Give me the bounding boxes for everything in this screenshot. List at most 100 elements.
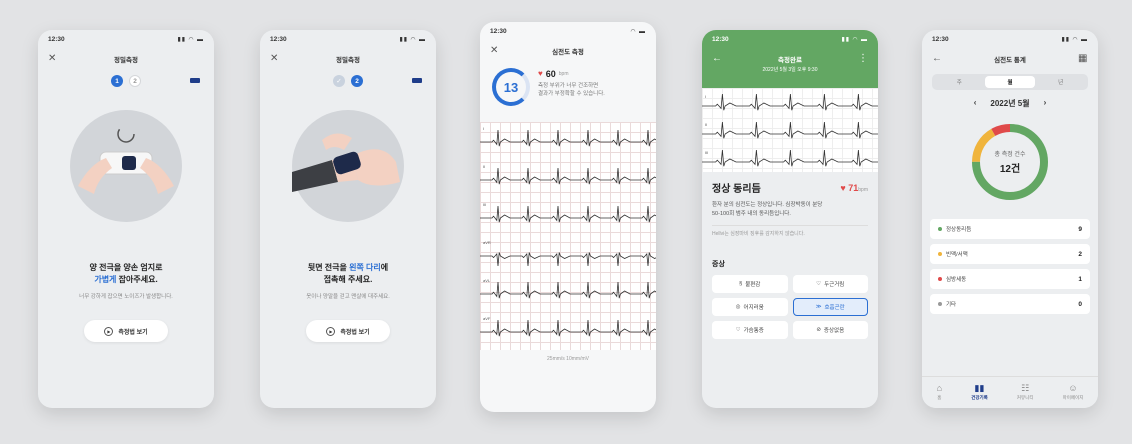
navbar: ✕ 심전도 측정: [480, 40, 656, 62]
stat-item[interactable]: 정상동리듬 9: [930, 219, 1090, 239]
view-method-button[interactable]: ▶ 측정법 보기: [306, 320, 390, 342]
ecg-waveforms: [480, 129, 656, 337]
status-time: 12:30: [932, 35, 949, 43]
symptom-dyspnea[interactable]: ≫ 호흡곤란: [792, 298, 868, 316]
grip-illustration: [70, 110, 182, 222]
status-time: 12:30: [712, 35, 729, 43]
back-icon[interactable]: ←: [932, 54, 942, 64]
lead-label: I: [483, 126, 485, 131]
ecg-trace: [480, 281, 656, 299]
measure-date: 2022년 5월 3일 오후 9:30: [762, 67, 818, 73]
tab-health-record[interactable]: ▮▮ 건강기록: [971, 384, 988, 401]
status-time: 12:30: [270, 35, 287, 43]
close-icon[interactable]: ✕: [490, 46, 500, 56]
chest-pain-icon: ♡: [735, 327, 741, 333]
stat-item[interactable]: 기타 0: [930, 294, 1090, 314]
lead-label: I: [705, 94, 707, 99]
phone-screen-stats: 12:30 ▮▮ ◠ ▬ ← 심전도 통계 ▦ 주 월 년 ‹ 2022년 5월…: [922, 30, 1098, 408]
symptom-title: 증상: [712, 261, 725, 268]
segment-year[interactable]: 년: [1035, 76, 1086, 88]
page-title: 심전도 통계: [994, 57, 1026, 64]
countdown-ring: 13: [492, 68, 530, 106]
result-summary: 정상 동리듬 ♥ 71bpm: [702, 172, 878, 196]
device-battery-icon: [190, 78, 200, 83]
phone-screen-result: 12:30 ▮▮ ◠ ▬ ← 측정완료 ⋮ 2022년 5월 3일 오후 9:3…: [702, 30, 878, 408]
symptom-grid: § 불편감 ♡ 두근거림 ◎ 어지러움 ≫ 호흡곤란 ♡ 가슴통증 ⊘ 증상없음: [702, 275, 878, 339]
stat-item[interactable]: 빈맥/서맥 2: [930, 244, 1090, 264]
gray-dot-icon: [938, 302, 942, 306]
lead-label: II: [705, 122, 708, 127]
yellow-dot-icon: [938, 252, 942, 256]
phone-screen-leg: 12:30 ▮▮ ◠ ▬ ✕ 정밀측정 ✓ 2 뒷면 전극을 왼쪽 다리에 접촉…: [260, 30, 436, 408]
period-segment: 주 월 년: [932, 74, 1088, 90]
navbar: ✕ 정밀측정: [38, 48, 214, 70]
ecg-grid: I II III aVR aVL aVF: [480, 122, 656, 350]
stepper: 1 2: [38, 74, 214, 88]
calendar-icon[interactable]: ▦: [1078, 54, 1088, 64]
close-icon[interactable]: ✕: [48, 54, 58, 64]
red-dot-icon: [938, 277, 942, 281]
segment-week[interactable]: 주: [934, 76, 985, 88]
status-time: 12:30: [48, 35, 65, 43]
tab-community[interactable]: ☷ 커뮤니티: [1017, 384, 1034, 401]
symptom-none[interactable]: ⊘ 증상없음: [792, 321, 868, 339]
ecg-trace: [480, 205, 656, 223]
none-icon: ⊘: [816, 327, 821, 333]
result-ecg-trace: [702, 149, 878, 167]
bar-chart-icon: ▮▮: [974, 383, 985, 393]
view-method-button[interactable]: ▶ 측정법 보기: [84, 320, 168, 342]
lead-label: II: [483, 164, 486, 169]
discomfort-icon: §: [739, 281, 743, 287]
play-icon: ▶: [326, 326, 336, 336]
status-bar: 12:30 ▮▮ ◠ ▬: [38, 30, 214, 48]
signal-icon: ▮▮ ◠ ▬: [177, 36, 204, 43]
result-description: 환자 분의 심전도는 정상입니다. 심장박동이 분당 50-100회 범주 내의…: [712, 202, 823, 217]
stat-item[interactable]: 심방세동 1: [930, 269, 1090, 289]
bpm-unit: bpm: [558, 71, 569, 77]
result-title: 정상 동리듬: [712, 184, 761, 195]
ecg-trace: [480, 252, 656, 267]
ecg-trace: [480, 129, 656, 147]
prev-month-icon[interactable]: ‹: [974, 98, 977, 109]
play-icon: ▶: [104, 326, 114, 336]
result-header: 12:30 ▮▮ ◠ ▬ ← 측정완료 ⋮ 2022년 5월 3일 오후 9:3…: [702, 30, 878, 88]
palpitation-icon: ♡: [816, 281, 822, 287]
segment-month[interactable]: 월: [984, 76, 1036, 88]
navbar: ✕ 정밀측정: [260, 48, 436, 70]
lead-label: aVR: [483, 240, 491, 245]
stat-list: 정상동리듬 9 빈맥/서맥 2 심방세동 1 기타 0: [922, 219, 1098, 314]
bottom-tab-bar: ⌂ 홈 ▮▮ 건강기록 ☷ 커뮤니티 ☺ 마이페이지: [922, 376, 1098, 408]
more-icon[interactable]: ⋮: [858, 54, 868, 64]
result-waveforms: [702, 93, 878, 167]
bpm-value: 60: [545, 69, 556, 79]
instruction-text: 뒷면 전극을 왼쪽 다리에 접촉해 주세요.: [307, 263, 389, 284]
donut-chart: 총 측정 건수 12건: [969, 121, 1051, 203]
instruction-subtext: 너무 강하게 잡으면 노이즈가 발생합니다.: [79, 294, 173, 300]
signal-icon: ▮▮ ◠ ▬: [841, 36, 868, 43]
step-1: 1: [111, 75, 123, 87]
dyspnea-icon: ≫: [815, 304, 822, 310]
status-bar: 12:30 ▮▮ ◠ ▬: [260, 30, 436, 48]
stepper: ✓ 2: [260, 74, 436, 88]
tab-home[interactable]: ⌂ 홈: [937, 384, 942, 401]
home-icon: ⌂: [936, 383, 943, 393]
next-month-icon[interactable]: ›: [1044, 98, 1047, 109]
result-ecg-trace: [702, 93, 878, 111]
symptom-chest-pain[interactable]: ♡ 가슴통증: [712, 321, 788, 339]
symptom-palpitation[interactable]: ♡ 두근거림: [792, 275, 868, 293]
symptom-dizziness[interactable]: ◎ 어지러움: [712, 298, 788, 316]
tab-my-page[interactable]: ☺ 마이페이지: [1063, 384, 1084, 401]
step-2: 2: [351, 75, 363, 87]
symptom-discomfort[interactable]: § 불편감: [712, 275, 788, 293]
lead-label: aVF: [483, 316, 491, 321]
back-icon[interactable]: ←: [712, 54, 722, 64]
page-title: 측정완료: [778, 57, 802, 64]
result-ecg: I II III: [702, 88, 878, 172]
close-icon[interactable]: ✕: [270, 54, 280, 64]
page-title: 심전도 측정: [552, 49, 584, 56]
step-1-done-check-icon: ✓: [333, 75, 345, 87]
total-value: 12건: [999, 164, 1021, 175]
device-battery-icon: [412, 78, 422, 83]
ecg-trace: [480, 319, 656, 337]
ecg-trace: [480, 167, 656, 185]
